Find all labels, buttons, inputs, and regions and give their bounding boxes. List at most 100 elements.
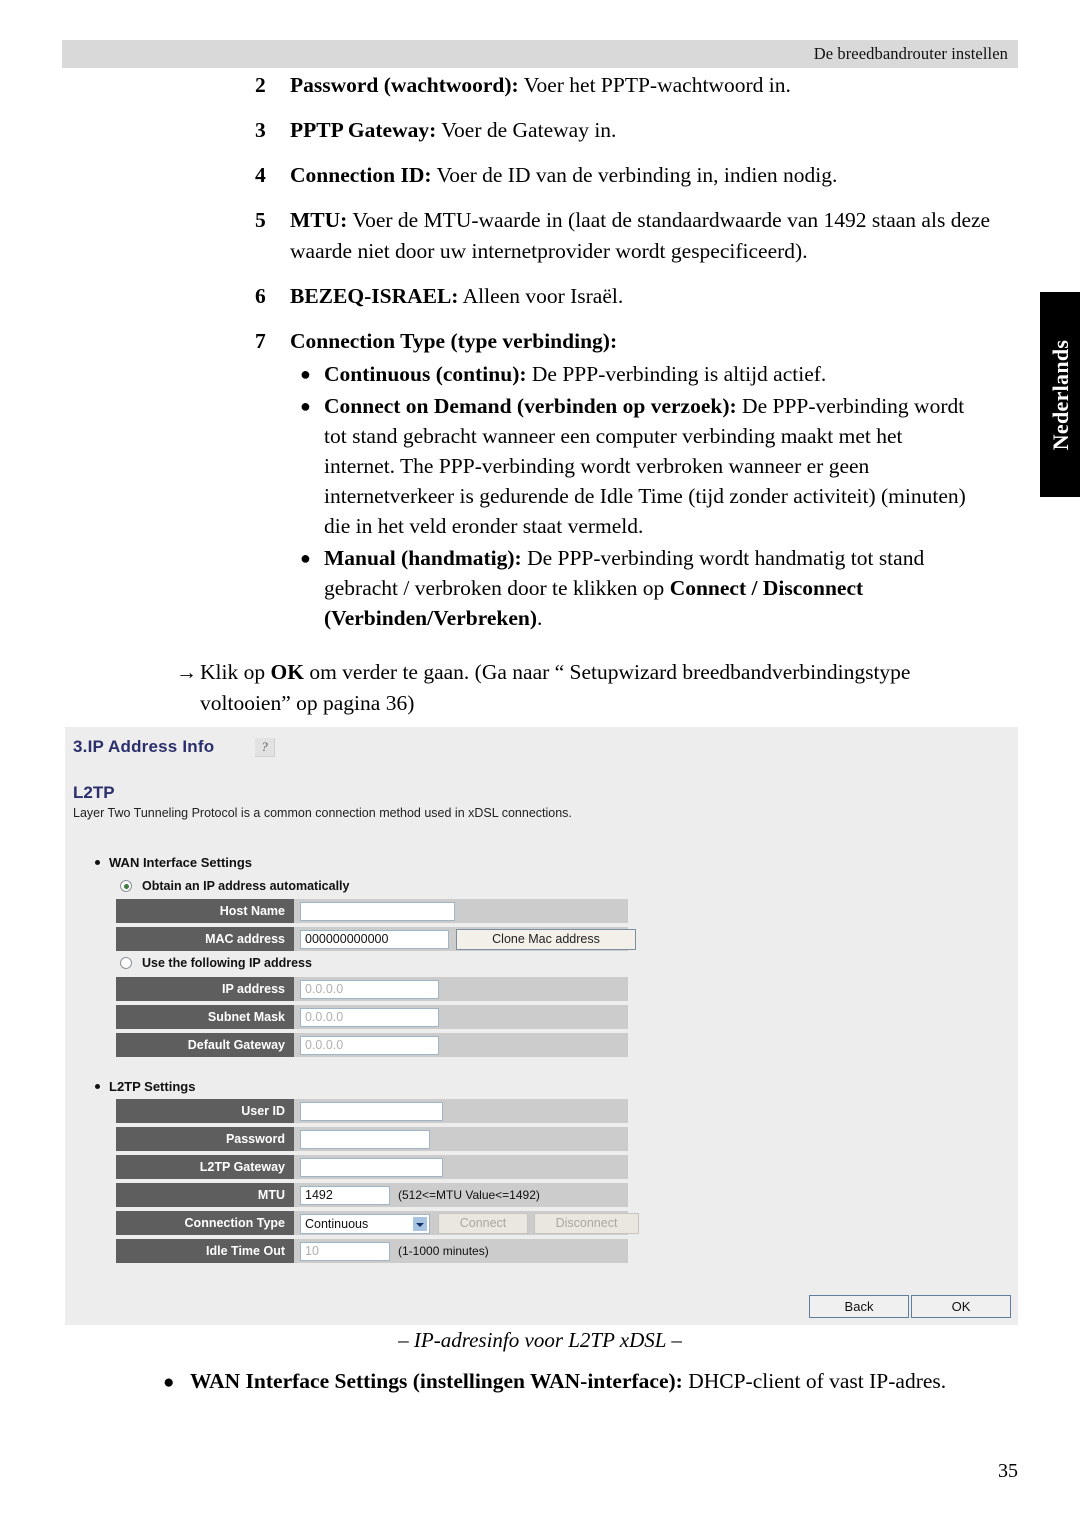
field-label: MTU	[116, 1183, 294, 1207]
radio-use-following-ip[interactable]: Use the following IP address	[120, 956, 312, 970]
arrow-instruction: → Klik op OK om verder te gaan. (Ga naar…	[0, 657, 1080, 719]
mac-address-input[interactable]: 000000000000	[300, 930, 449, 949]
field-row-ip-address: IP address 0.0.0.0	[116, 977, 628, 1001]
list-item-term: MTU:	[290, 208, 348, 232]
field-label: Connection Type	[116, 1211, 294, 1235]
list-item: 4 Connection ID: Voer de ID van de verbi…	[0, 160, 1080, 191]
list-item-text: Alleen voor Israël.	[458, 284, 624, 308]
field-row-host-name: Host Name	[116, 899, 628, 923]
idle-time-out-input[interactable]: 10	[300, 1242, 390, 1261]
field-row-password: Password	[116, 1127, 628, 1151]
idle-time-out-range-note: (1-1000 minutes)	[398, 1244, 489, 1258]
disconnect-button[interactable]: Disconnect	[534, 1213, 639, 1234]
list-item-term: Connection ID:	[290, 163, 432, 187]
sub-bullet-term: Continuous (continu):	[324, 362, 527, 386]
field-row-subnet-mask: Subnet Mask 0.0.0.0	[116, 1005, 628, 1029]
running-header-text: De breedbandrouter instellen	[813, 44, 1008, 63]
list-item-number: 3	[255, 118, 266, 142]
list-item: 6 BEZEQ-ISRAEL: Alleen voor Israël.	[0, 281, 1080, 312]
clone-mac-address-button[interactable]: Clone Mac address	[456, 929, 636, 950]
field-label: Idle Time Out	[116, 1239, 294, 1263]
sub-bullet-term: Manual (handmatig):	[324, 546, 522, 570]
bullet-dot-icon: ●	[163, 1372, 175, 1393]
list-item-term: Connection Type (type verbinding):	[290, 329, 618, 353]
connection-type-options: ● Continuous (continu): De PPP-verbindin…	[290, 359, 1012, 633]
document-body: 2 Password (wachtwoord): Voer het PPTP-w…	[0, 70, 1080, 796]
router-config-screenshot: 3.IP Address Info ? L2TP Layer Two Tunne…	[65, 727, 1018, 1325]
host-name-input[interactable]	[300, 902, 455, 921]
bullet-dot-icon: ●	[300, 364, 311, 384]
l2tp-gateway-input[interactable]	[300, 1158, 443, 1177]
group-bullet-icon	[95, 1084, 100, 1090]
bullet-dot-icon: ●	[300, 548, 311, 568]
section-description: Layer Two Tunneling Protocol is a common…	[73, 806, 572, 820]
list-item: 7 Connection Type (type verbinding): ● C…	[0, 326, 1080, 633]
list-item: 5 MTU: Voer de MTU-waarde in (laat de st…	[0, 205, 1080, 267]
bullet-dot-icon: ●	[300, 396, 311, 416]
page-number: 35	[998, 1460, 1018, 1482]
closing-bullet-term: WAN Interface Settings (instellingen WAN…	[190, 1369, 683, 1393]
ip-address-input[interactable]: 0.0.0.0	[300, 980, 439, 999]
screenshot-page-title: 3.IP Address Info	[73, 737, 215, 756]
connection-type-select[interactable]: Continuous	[300, 1214, 430, 1234]
group-wan-interface-settings: WAN Interface Settings	[95, 855, 252, 870]
field-row-mac-address: MAC address 000000000000 Clone Mac addre…	[116, 927, 636, 951]
list-item-text: Voer de MTU-waarde in (laat de standaard…	[290, 208, 991, 263]
list-item-number: 6	[255, 284, 266, 308]
group-label: WAN Interface Settings	[109, 855, 253, 870]
user-id-input[interactable]	[300, 1102, 443, 1121]
connection-type-selected-value: Continuous	[305, 1217, 369, 1231]
sub-bullet-tail: .	[537, 606, 543, 630]
arrow-instruction-post: om verder te gaan. (Ga naar “ Setupwizar…	[200, 660, 911, 715]
field-row-l2tp-gateway: L2TP Gateway	[116, 1155, 628, 1179]
list-item-text: Voer de ID van de verbinding in, indien …	[431, 163, 838, 187]
mtu-range-note: (512<=MTU Value<=1492)	[398, 1188, 540, 1202]
sub-bullet-connect-on-demand: ● Connect on Demand (verbinden op verzoe…	[290, 391, 1012, 541]
list-item-term: PPTP Gateway:	[290, 118, 437, 142]
ok-button[interactable]: OK	[911, 1295, 1011, 1318]
radio-obtain-ip-automatically[interactable]: Obtain an IP address automatically	[120, 879, 349, 893]
field-row-connection-type: Connection Type Continuous Connect Disco…	[116, 1211, 639, 1235]
list-item-text: Voer de Gateway in.	[436, 118, 617, 142]
field-row-user-id: User ID	[116, 1099, 628, 1123]
field-label: Password	[116, 1127, 294, 1151]
sub-bullet-text: De PPP-verbinding is altijd actief.	[526, 362, 827, 386]
group-label: L2TP Settings	[109, 1079, 196, 1094]
password-input[interactable]	[300, 1130, 430, 1149]
radio-label: Obtain an IP address automatically	[142, 879, 350, 893]
help-icon[interactable]: ?	[255, 738, 275, 757]
closing-bullet-text: DHCP-client of vast IP-adres.	[682, 1369, 947, 1393]
list-item-term: BEZEQ-ISRAEL:	[290, 284, 459, 308]
radio-button-icon[interactable]	[120, 957, 132, 969]
section-title-l2tp: L2TP	[73, 783, 115, 802]
arrow-instruction-pre: Klik op	[200, 660, 271, 684]
field-label: Host Name	[116, 899, 294, 923]
field-row-idle-time-out: Idle Time Out 10 (1-1000 minutes)	[116, 1239, 628, 1263]
field-label: IP address	[116, 977, 294, 1001]
list-item-number: 5	[255, 208, 266, 232]
figure-caption: – IP-adresinfo voor L2TP xDSL –	[398, 1328, 682, 1352]
arrow-instruction-bold: OK	[270, 660, 304, 684]
field-label: Default Gateway	[116, 1033, 294, 1057]
connect-button[interactable]: Connect	[438, 1213, 528, 1234]
list-item: 2 Password (wachtwoord): Voer het PPTP-w…	[0, 70, 1080, 101]
list-item-number: 4	[255, 163, 266, 187]
sub-bullet-continuous: ● Continuous (continu): De PPP-verbindin…	[290, 359, 1012, 389]
field-row-mtu: MTU 1492 (512<=MTU Value<=1492)	[116, 1183, 628, 1207]
arrow-icon: →	[176, 660, 197, 684]
field-label: Subnet Mask	[116, 1005, 294, 1029]
list-item-number: 7	[255, 329, 266, 353]
running-header-bar: De breedbandrouter instellen	[62, 40, 1018, 68]
back-button[interactable]: Back	[809, 1295, 909, 1318]
sub-bullet-term: Connect on Demand (verbinden op verzoek)…	[324, 394, 737, 418]
default-gateway-input[interactable]: 0.0.0.0	[300, 1036, 439, 1055]
list-item-number: 2	[255, 73, 266, 97]
subnet-mask-input[interactable]: 0.0.0.0	[300, 1008, 439, 1027]
radio-label: Use the following IP address	[142, 956, 312, 970]
field-label: User ID	[116, 1099, 294, 1123]
mtu-input[interactable]: 1492	[300, 1186, 390, 1205]
radio-button-icon-selected[interactable]	[120, 880, 132, 892]
chevron-down-icon[interactable]	[412, 1216, 428, 1232]
list-item-text: Voer het PPTP-wachtwoord in.	[518, 73, 791, 97]
field-label: MAC address	[116, 927, 294, 951]
